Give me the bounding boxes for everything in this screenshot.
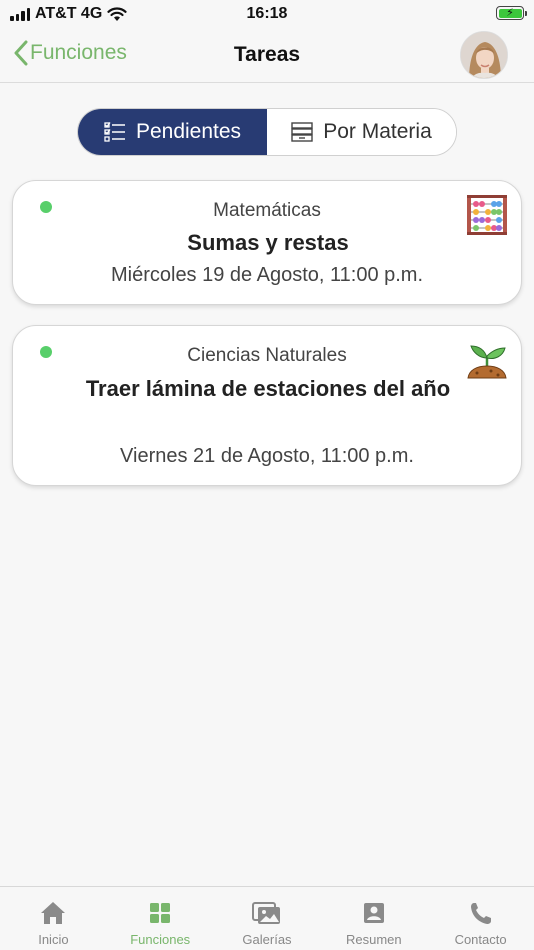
- phone-icon: [470, 903, 491, 924]
- abacus-icon: [467, 195, 507, 235]
- task-subject: Ciencias Naturales: [187, 345, 347, 366]
- battery-icon: ⚡: [496, 6, 527, 20]
- back-label: Funciones: [30, 41, 127, 64]
- back-button[interactable]: Funciones: [14, 40, 127, 66]
- task-subject: Matemáticas: [213, 200, 321, 221]
- grid-icon: [150, 903, 171, 923]
- tab-label: Resumen: [345, 932, 402, 947]
- tab-resumen[interactable]: Resumen: [320, 887, 427, 950]
- home-icon: [41, 902, 66, 924]
- task-title: Traer lámina de estaciones del año: [85, 376, 451, 401]
- archive-box-icon: [291, 122, 313, 142]
- user-photo-icon: [461, 32, 507, 78]
- task-date: Miércoles 19 de Agosto, 11:00 p.m.: [110, 264, 424, 286]
- tab-label: Contacto: [454, 932, 507, 947]
- status-time: 16:18: [246, 5, 288, 22]
- segmented-control: Pendientes Por Materia: [77, 108, 457, 156]
- tab-funciones[interactable]: Funciones: [107, 887, 214, 950]
- gallery-icon: [251, 902, 280, 924]
- segment-label: Pendientes: [135, 120, 242, 143]
- tab-galerias[interactable]: Galerías: [214, 887, 321, 950]
- tab-label: Inicio: [38, 932, 69, 947]
- chevron-left-icon: [14, 40, 28, 66]
- task-title: Sumas y restas: [187, 230, 349, 255]
- segment-label: Por Materia: [323, 120, 432, 143]
- profile-card-icon: [363, 903, 384, 923]
- sprout-icon: [467, 345, 507, 379]
- task-date: Viernes 21 de Agosto, 11:00 p.m.: [120, 445, 414, 467]
- avatar[interactable]: [460, 31, 508, 79]
- segment-pendientes[interactable]: Pendientes: [78, 109, 267, 155]
- checklist-icon: [104, 122, 125, 142]
- task-card[interactable]: Matemáticas Sumas y restas Miércoles 19 …: [12, 180, 522, 305]
- segment-por-materia[interactable]: Por Materia: [267, 109, 456, 155]
- tab-bar: Inicio Funciones Galerías Resumen Contac…: [0, 886, 534, 950]
- tab-inicio[interactable]: Inicio: [0, 887, 107, 950]
- task-card[interactable]: Ciencias Naturales Traer lámina de estac…: [12, 325, 522, 486]
- status-bar: AT&T 4G 16:18 ⚡: [0, 0, 534, 28]
- tab-label: Funciones: [130, 932, 191, 947]
- nav-bar: Funciones Tareas: [0, 28, 534, 83]
- tab-contacto[interactable]: Contacto: [427, 887, 534, 950]
- tab-label: Galerías: [242, 932, 292, 947]
